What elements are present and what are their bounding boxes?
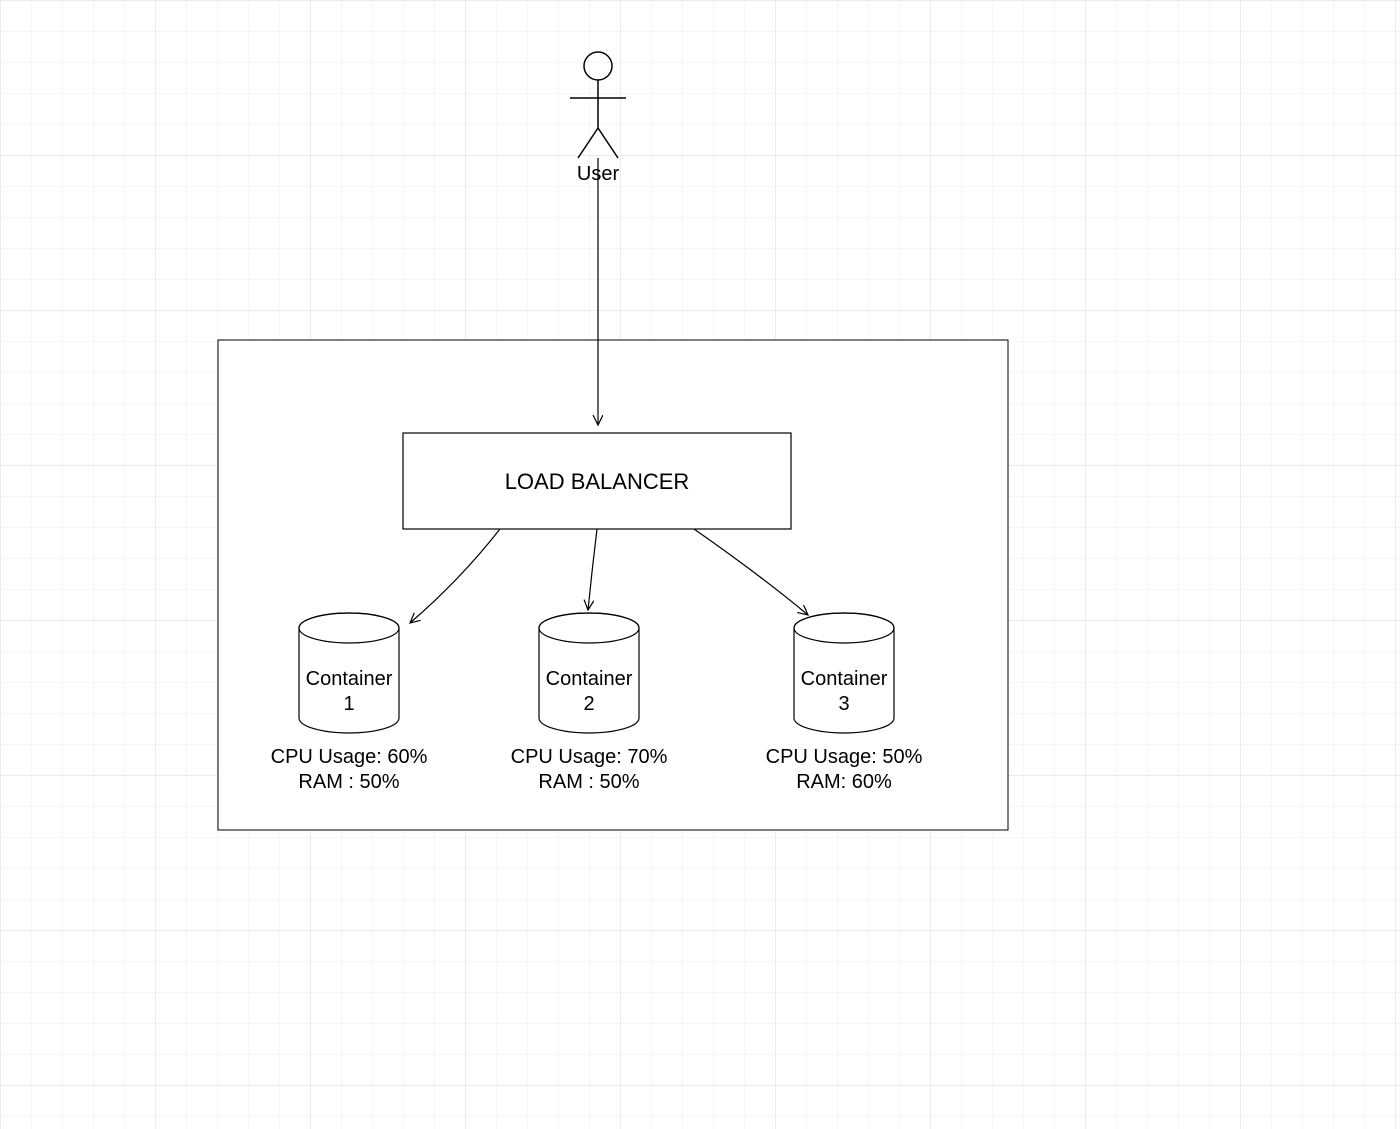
container-3-name-l2: 3: [838, 693, 849, 715]
container-2-ram: RAM : 50%: [538, 771, 639, 793]
container-1-name-l1: Container: [306, 668, 393, 690]
diagram-canvas: User LOAD BALANCER Container 1 CPU Usage…: [0, 0, 1400, 1129]
container-1-ram: RAM : 50%: [298, 771, 399, 793]
container-2-name-l1: Container: [546, 668, 633, 690]
container-3-ram: RAM: 60%: [796, 771, 892, 793]
container-3-cpu: CPU Usage: 50%: [766, 746, 923, 768]
container-1-name-l2: 1: [343, 693, 354, 715]
load-balancer-label: LOAD BALANCER: [505, 469, 690, 494]
container-2-cpu: CPU Usage: 70%: [511, 746, 668, 768]
container-2-name-l2: 2: [583, 693, 594, 715]
container-1-cpu: CPU Usage: 60%: [271, 746, 428, 768]
load-balancer: LOAD BALANCER: [403, 433, 791, 529]
container-3-name-l1: Container: [801, 668, 888, 690]
